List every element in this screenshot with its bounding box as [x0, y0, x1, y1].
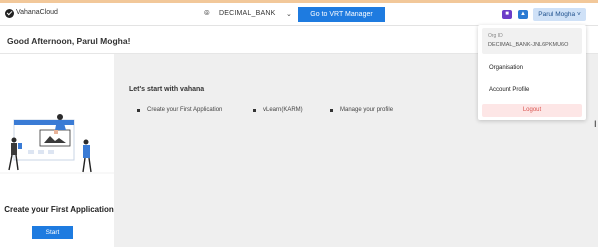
org-id-label: Org ID: [488, 33, 503, 39]
page-greeting: Good Afternoon, Parul Mogha!: [7, 36, 131, 46]
menu-item-account-profile[interactable]: Account Profile: [489, 87, 529, 93]
org-id-box: [482, 28, 582, 54]
step-create-application[interactable]: Create your First Application: [147, 107, 222, 113]
section-title: Let's start with vahana: [129, 86, 205, 93]
bullet-icon: [330, 109, 333, 112]
workspace-selector[interactable]: DECIMAL_BANK: [219, 10, 275, 17]
bullet-icon: [137, 109, 140, 112]
create-application-illustration: [0, 114, 114, 174]
logout-button[interactable]: Logout: [482, 104, 582, 117]
brand-name: VahanaCloud: [16, 9, 58, 16]
chevron-down-icon[interactable]: ⌄: [286, 10, 292, 18]
bullet-icon: [253, 109, 256, 112]
step-manage-profile[interactable]: Manage your profile: [340, 107, 393, 113]
learn-icon[interactable]: ▲: [518, 10, 528, 19]
user-menu-button[interactable]: Parul Mogha ˅: [533, 8, 586, 21]
chat-icon[interactable]: ■: [502, 10, 512, 19]
org-id-value: DECIMAL_BANK-JNL6PKMU6O: [488, 42, 569, 48]
step-vlearn[interactable]: vLearn(KARM): [263, 107, 303, 113]
panel-title: Create your First Application: [4, 205, 114, 214]
go-to-vrt-manager-button[interactable]: Go to VRT Manager: [298, 7, 385, 22]
text-cursor-icon: I: [594, 119, 597, 129]
menu-item-organisation[interactable]: Organisation: [489, 65, 523, 71]
user-name: Parul Mogha: [538, 11, 576, 18]
chevron-down-icon: ˅: [576, 11, 581, 18]
workspace-icon: ⦾: [204, 10, 210, 17]
vahana-logo-icon[interactable]: [5, 9, 14, 18]
start-button[interactable]: Start: [32, 226, 73, 239]
